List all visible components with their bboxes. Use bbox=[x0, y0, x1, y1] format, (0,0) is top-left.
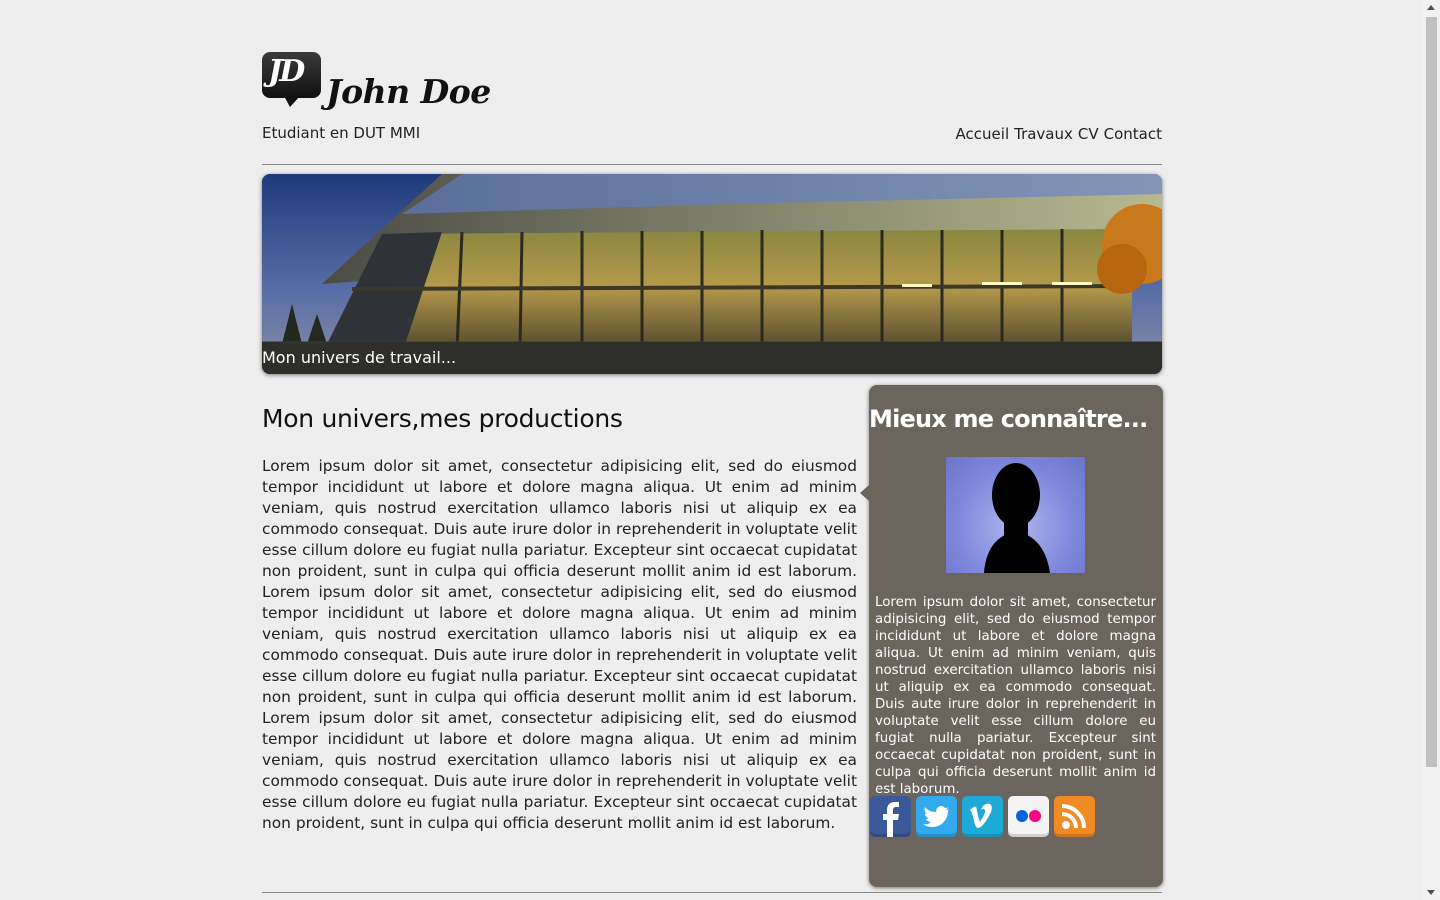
avatar bbox=[946, 457, 1085, 573]
logo-speech-bubble-icon: JD bbox=[262, 52, 321, 107]
scrollbar-thumb[interactable] bbox=[1426, 17, 1437, 767]
vimeo-icon[interactable] bbox=[962, 796, 1003, 837]
banner-caption-bar: Mon univers de travail... bbox=[262, 341, 1162, 374]
flickr-icon[interactable] bbox=[1008, 796, 1049, 837]
main-nav: Accueil Travaux CV Contact bbox=[956, 125, 1162, 143]
site-name: John Doe bbox=[326, 72, 491, 111]
header-divider bbox=[262, 164, 1162, 165]
main-text: Lorem ipsum dolor sit amet, consectetur … bbox=[262, 457, 857, 832]
scroll-down-arrow-icon[interactable] bbox=[1427, 890, 1435, 895]
twitter-icon[interactable] bbox=[916, 796, 957, 837]
site-logo[interactable]: JD John Doe bbox=[262, 52, 522, 112]
footer-divider bbox=[262, 892, 1162, 893]
vertical-scrollbar[interactable] bbox=[1423, 0, 1440, 900]
rss-icon[interactable] bbox=[1054, 796, 1095, 837]
person-silhouette-icon bbox=[984, 463, 1050, 573]
page: JD John Doe Etudiant en DUT MMI Accueil … bbox=[262, 0, 1163, 900]
social-links bbox=[870, 796, 1095, 837]
scroll-up-arrow-icon[interactable] bbox=[1427, 5, 1435, 10]
main-title: Mon univers,mes productions bbox=[262, 404, 623, 433]
nav-item-accueil[interactable]: Accueil bbox=[956, 125, 1010, 143]
site-subtitle: Etudiant en DUT MMI bbox=[262, 124, 421, 142]
about-sidebar: Mieux me connaître... Lorem ipsum dolor … bbox=[860, 385, 1163, 887]
logo-monogram: JD bbox=[268, 54, 305, 89]
sidebar-text: Lorem ipsum dolor sit amet, consectetur … bbox=[875, 595, 1156, 797]
nav-item-travaux[interactable]: Travaux bbox=[1014, 125, 1073, 143]
nav-item-cv[interactable]: CV bbox=[1078, 125, 1099, 143]
nav-item-contact[interactable]: Contact bbox=[1104, 125, 1162, 143]
banner-caption: Mon univers de travail... bbox=[262, 348, 457, 367]
facebook-icon[interactable] bbox=[870, 796, 911, 837]
sidebar-title: Mieux me connaître... bbox=[869, 405, 1148, 433]
banner-image: Mon univers de travail... bbox=[262, 174, 1162, 374]
